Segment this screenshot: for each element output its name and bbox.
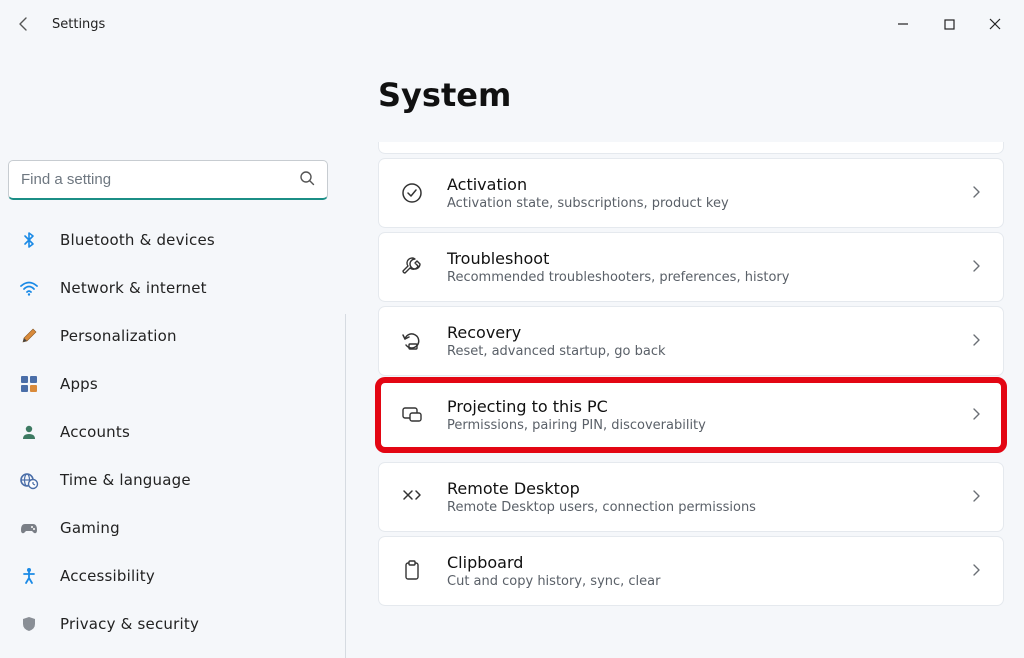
card-subtitle: Permissions, pairing PIN, discoverabilit… [447, 418, 947, 433]
card-subtitle: Activation state, subscriptions, product… [447, 196, 947, 211]
shield-icon [18, 613, 40, 635]
paintbrush-icon [18, 325, 40, 347]
apps-icon [18, 373, 40, 395]
sidebar-item-apps[interactable]: Apps [8, 364, 334, 404]
chevron-right-icon [969, 258, 983, 277]
wrench-icon [399, 254, 425, 280]
card-subtitle: Cut and copy history, sync, clear [447, 574, 947, 589]
sidebar-item-label: Apps [60, 375, 98, 393]
sidebar-item-label: Privacy & security [60, 615, 199, 633]
app-title: Settings [52, 17, 105, 32]
window-controls [880, 9, 1018, 39]
sidebar-item-label: Accessibility [60, 567, 155, 585]
globe-clock-icon [18, 469, 40, 491]
sidebar-item-label: Bluetooth & devices [60, 231, 215, 249]
sidebar-item-label: Network & internet [60, 279, 207, 297]
search-input[interactable] [21, 171, 299, 188]
check-circle-icon [399, 180, 425, 206]
sidebar-item-time-language[interactable]: Time & language [8, 460, 334, 500]
search-box[interactable] [8, 160, 328, 200]
settings-card-troubleshoot[interactable]: Troubleshoot Recommended troubleshooters… [378, 232, 1004, 302]
sidebar-item-bluetooth[interactable]: Bluetooth & devices [8, 220, 334, 260]
settings-cards: Activation Activation state, subscriptio… [378, 142, 1004, 606]
settings-card-activation[interactable]: Activation Activation state, subscriptio… [378, 158, 1004, 228]
close-icon [989, 18, 1001, 30]
sidebar-item-label: Gaming [60, 519, 120, 537]
settings-card-remote-desktop[interactable]: Remote Desktop Remote Desktop users, con… [378, 462, 1004, 532]
card-title: Remote Desktop [447, 479, 947, 498]
projecting-icon [399, 402, 425, 428]
close-button[interactable] [972, 9, 1018, 39]
card-subtitle: Recommended troubleshooters, preferences… [447, 270, 947, 285]
wifi-icon [18, 277, 40, 299]
card-subtitle: Remote Desktop users, connection permiss… [447, 500, 947, 515]
chevron-right-icon [969, 488, 983, 507]
bluetooth-icon [18, 229, 40, 251]
chevron-right-icon [969, 184, 983, 203]
settings-card-clipboard[interactable]: Clipboard Cut and copy history, sync, cl… [378, 536, 1004, 606]
maximize-icon [944, 19, 955, 30]
card-title: Recovery [447, 323, 947, 342]
sidebar-item-label: Time & language [60, 471, 191, 489]
recovery-icon [399, 328, 425, 354]
sidebar-item-network[interactable]: Network & internet [8, 268, 334, 308]
page-title: System [378, 76, 1004, 114]
sidebar-item-accessibility[interactable]: Accessibility [8, 556, 334, 596]
chevron-right-icon [969, 406, 983, 425]
sidebar-item-accounts[interactable]: Accounts [8, 412, 334, 452]
chevron-right-icon [969, 562, 983, 581]
search-icon [299, 170, 315, 190]
content-area: System Activation Activation state, subs… [346, 40, 1024, 658]
back-arrow-icon [16, 16, 32, 32]
back-button[interactable] [6, 6, 42, 42]
accessibility-icon [18, 565, 40, 587]
card-title: Projecting to this PC [447, 397, 947, 416]
gamepad-icon [18, 517, 40, 539]
titlebar: Settings [0, 0, 1024, 40]
sidebar-item-label: Personalization [60, 327, 177, 345]
card-subtitle: Reset, advanced startup, go back [447, 344, 947, 359]
settings-card-projecting[interactable]: Projecting to this PC Permissions, pairi… [378, 380, 1004, 450]
minimize-icon [897, 18, 909, 30]
sidebar-nav: Bluetooth & devices Network & internet P… [8, 220, 334, 644]
clipboard-icon [399, 558, 425, 584]
minimize-button[interactable] [880, 9, 926, 39]
maximize-button[interactable] [926, 9, 972, 39]
sidebar-item-label: Accounts [60, 423, 130, 441]
person-icon [18, 421, 40, 443]
chevron-right-icon [969, 332, 983, 351]
sidebar-item-personalization[interactable]: Personalization [8, 316, 334, 356]
card-partial-top [378, 142, 1004, 154]
sidebar: Bluetooth & devices Network & internet P… [0, 40, 346, 658]
card-title: Troubleshoot [447, 249, 947, 268]
card-title: Clipboard [447, 553, 947, 572]
sidebar-item-privacy[interactable]: Privacy & security [8, 604, 334, 644]
sidebar-item-gaming[interactable]: Gaming [8, 508, 334, 548]
settings-card-recovery[interactable]: Recovery Reset, advanced startup, go bac… [378, 306, 1004, 376]
sidebar-divider [345, 314, 346, 658]
remote-desktop-icon [399, 484, 425, 510]
card-title: Activation [447, 175, 947, 194]
